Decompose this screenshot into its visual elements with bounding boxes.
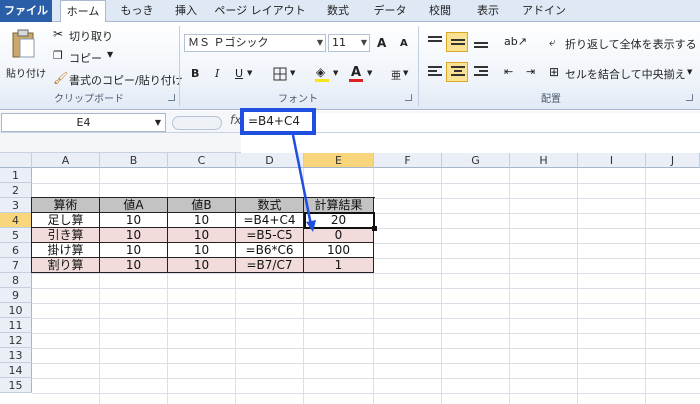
annotation-arrow xyxy=(291,134,316,232)
